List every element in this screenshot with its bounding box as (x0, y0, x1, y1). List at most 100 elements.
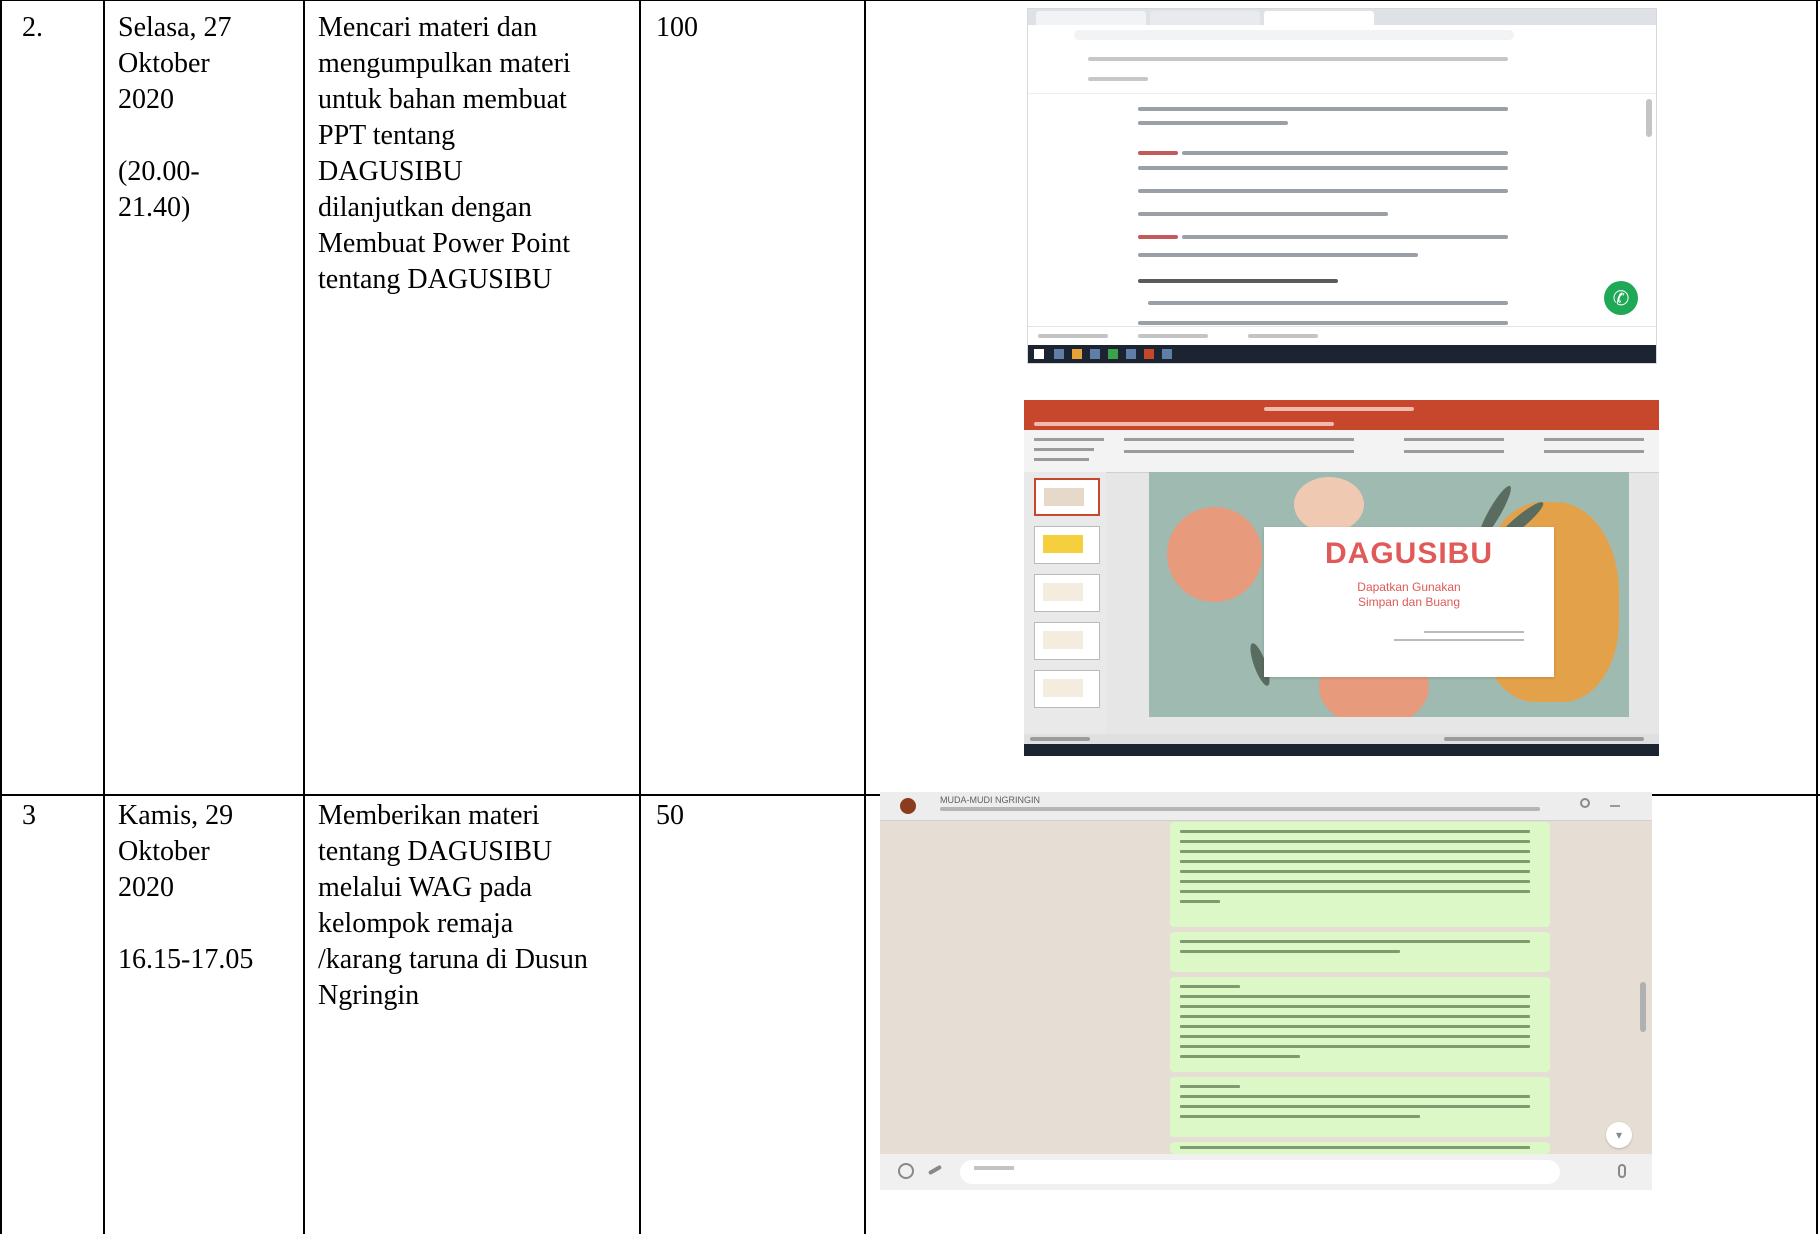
text-line (1138, 321, 1508, 325)
ribbon-tab (1034, 422, 1334, 426)
slide-thumbnails (1024, 472, 1106, 734)
text-line (1138, 151, 1178, 155)
browser-address-bar (1028, 25, 1656, 48)
col-divider-1 (103, 0, 105, 1234)
download-item (1138, 334, 1208, 338)
title-card: DAGUSIBU Dapatkan Gunakan Simpan dan Bua… (1264, 527, 1554, 677)
ribbon-group (1034, 458, 1089, 461)
attach-icon[interactable] (927, 1164, 943, 1176)
ppt-ribbon (1024, 430, 1659, 473)
browser-tab-strip (1028, 9, 1656, 25)
row-number: 3 (22, 800, 36, 831)
whatsapp-screenshot: MUDA-MUDI NGRINGIN ▾ (880, 792, 1652, 1190)
download-item (1248, 334, 1318, 338)
text-line (1138, 189, 1508, 193)
slide-thumbnail[interactable] (1034, 574, 1100, 612)
menu-line (1088, 57, 1508, 61)
row-activity: Mencari materi dan mengumpulkan materi u… (318, 12, 571, 295)
ribbon-group (1124, 438, 1354, 441)
scrollbar-thumb[interactable] (1646, 99, 1652, 137)
menu-line (1088, 77, 1148, 81)
menu-icon[interactable] (1610, 805, 1620, 807)
slide-subtitle: Dapatkan Gunakan Simpan dan Buang (1357, 580, 1461, 609)
title-text (1264, 407, 1414, 411)
taskbar-app-icon (1126, 349, 1136, 359)
taskbar-app-icon (1144, 349, 1154, 359)
row-date: Selasa, 27 Oktober 2020 (20.00- 21.40) (118, 12, 232, 223)
status-text (1030, 737, 1090, 741)
text-line (1148, 301, 1508, 305)
group-name: MUDA-MUDI NGRINGIN (940, 795, 1040, 805)
windows-taskbar (1028, 345, 1656, 363)
message-bubble (1170, 1142, 1550, 1154)
text-line (1138, 235, 1178, 239)
row-date: Kamis, 29 Oktober 2020 16.15-17.05 (118, 800, 254, 975)
message-bubble (1170, 822, 1550, 927)
slide-thumbnail[interactable] (1034, 526, 1100, 564)
message-bubble (1170, 977, 1550, 1072)
taskbar-app-icon (1162, 349, 1172, 359)
ribbon-group (1124, 450, 1354, 453)
message-bubble (1170, 1077, 1550, 1137)
text-line (1138, 121, 1288, 125)
powerpoint-screenshot: DAGUSIBU Dapatkan Gunakan Simpan dan Bua… (1024, 400, 1659, 756)
slide-title: DAGUSIBU (1324, 537, 1493, 570)
ribbon-group (1404, 450, 1504, 453)
emoji-icon[interactable] (898, 1163, 914, 1179)
ppt-title-bar (1024, 400, 1659, 418)
start-icon (1034, 349, 1044, 359)
col-divider-2 (303, 0, 305, 1234)
message-input[interactable] (960, 1160, 1560, 1184)
col-divider-3 (639, 0, 641, 1234)
scroll-down-icon[interactable]: ▾ (1606, 1122, 1632, 1148)
scrollbar-thumb[interactable] (1640, 982, 1646, 1032)
ppt-ribbon-tabs (1024, 418, 1659, 430)
decorative-blob (1294, 477, 1364, 532)
message-placeholder (974, 1166, 1014, 1170)
ribbon-group (1544, 450, 1644, 453)
search-icon[interactable] (1580, 798, 1590, 808)
slide-caption-line (1424, 631, 1524, 633)
browser-tab (1036, 11, 1146, 25)
slide-thumbnail[interactable] (1034, 622, 1100, 660)
text-line (1182, 151, 1508, 155)
site-menu (1028, 47, 1656, 94)
whatsapp-icon[interactable]: ✆ (1604, 281, 1638, 315)
status-text (1444, 737, 1644, 741)
col-divider-4 (864, 0, 866, 1234)
text-line (1138, 212, 1388, 216)
taskbar-app-icon (1054, 349, 1064, 359)
mic-icon[interactable] (1618, 1164, 1626, 1178)
text-line (1138, 107, 1508, 111)
ribbon-group (1544, 438, 1644, 441)
taskbar-app-icon (1090, 349, 1100, 359)
table-border-top (0, 0, 1820, 1)
slide-thumbnail[interactable] (1034, 670, 1100, 708)
slide-thumbnail[interactable] (1034, 478, 1100, 516)
taskbar-app-icon (1072, 349, 1082, 359)
text-line (1138, 166, 1508, 170)
text-line (1182, 235, 1508, 239)
url-field (1074, 30, 1514, 40)
ribbon-group (1034, 448, 1094, 451)
windows-taskbar (1024, 744, 1659, 756)
row-value: 100 (656, 12, 698, 43)
row-number: 2. (22, 12, 43, 43)
browser-tab (1264, 11, 1374, 25)
group-members (940, 807, 1540, 811)
avatar[interactable] (900, 798, 916, 814)
message-bubble (1170, 932, 1550, 972)
ribbon-group (1404, 438, 1504, 441)
downloads-bar (1028, 326, 1656, 345)
table-border-right (1816, 0, 1818, 1234)
text-line (1138, 253, 1418, 257)
ribbon-group (1034, 438, 1104, 441)
ppt-status-bar (1024, 734, 1659, 744)
row-value: 50 (656, 800, 684, 831)
download-item (1038, 334, 1108, 338)
browser-tab (1150, 11, 1260, 25)
taskbar-app-icon (1108, 349, 1118, 359)
chat-header: MUDA-MUDI NGRINGIN (880, 792, 1652, 821)
compose-bar (880, 1154, 1652, 1190)
row-activity: Memberikan materi tentang DAGUSIBU melal… (318, 800, 588, 1011)
